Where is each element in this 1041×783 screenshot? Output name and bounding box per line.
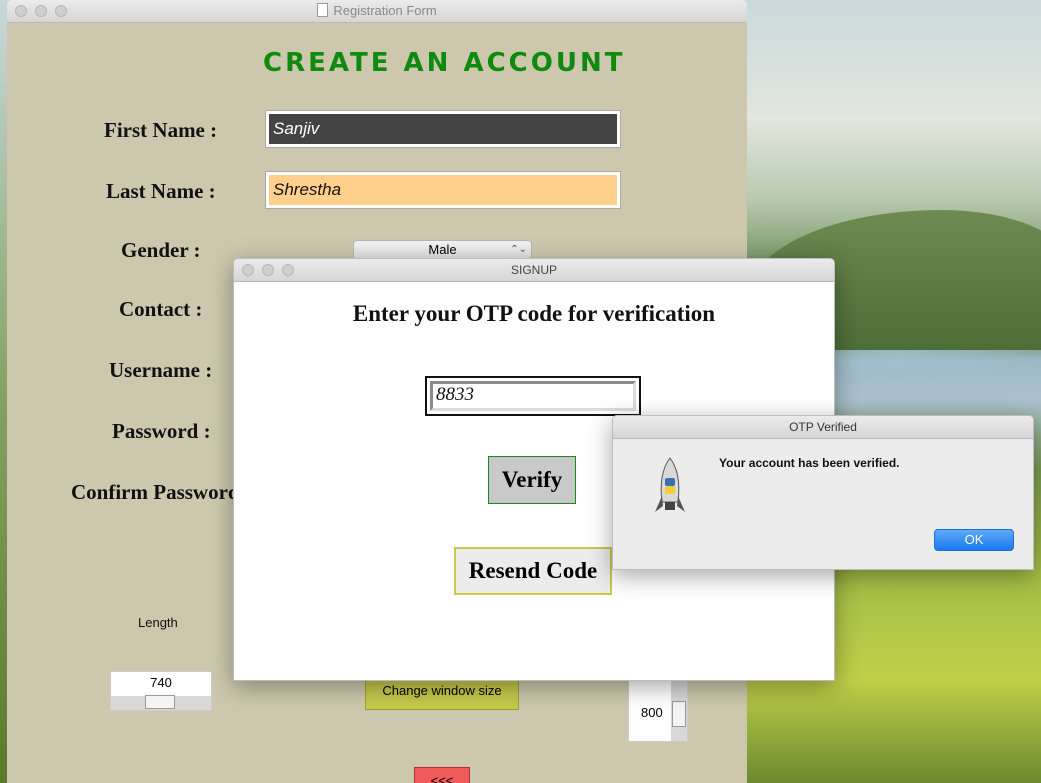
page-heading: CREATE AN ACCOUNT	[263, 48, 626, 78]
alert-titlebar[interactable]: OTP Verified	[613, 416, 1033, 439]
registration-titlebar[interactable]: Registration Form	[7, 0, 747, 23]
username-label: Username :	[109, 358, 213, 382]
document-icon	[317, 3, 329, 17]
signup-close-button[interactable]	[242, 264, 254, 276]
otp-input[interactable]: 8833	[425, 376, 641, 416]
gender-label: Gender :	[121, 238, 201, 262]
length-value: 740	[150, 675, 172, 690]
contact-label: Contact :	[119, 297, 203, 321]
gender-value: Male	[428, 242, 457, 257]
signup-titlebar[interactable]: SIGNUP	[234, 259, 834, 282]
first-name-label: First Name :	[104, 118, 218, 142]
height-scale[interactable]: 800	[628, 680, 688, 742]
change-window-size-button[interactable]: Change window size	[365, 676, 519, 710]
window-controls	[15, 5, 67, 17]
signup-zoom-button[interactable]	[282, 264, 294, 276]
chevron-updown-icon: ⌃⌄	[510, 244, 527, 255]
window-title: Registration Form	[333, 3, 437, 18]
gender-select[interactable]: Male ⌃⌄	[353, 240, 532, 260]
length-scale[interactable]: 740	[110, 671, 212, 711]
signup-window-controls	[242, 264, 294, 276]
verify-button[interactable]: Verify	[488, 456, 576, 504]
resend-code-button[interactable]: Resend Code	[454, 547, 612, 595]
height-slider-thumb[interactable]	[672, 701, 686, 727]
height-value: 800	[641, 705, 663, 720]
length-slider-thumb[interactable]	[145, 695, 175, 709]
otp-verified-alert: OTP Verified Your account has been verif…	[612, 415, 1034, 570]
first-name-field[interactable]: Sanjiv	[265, 110, 621, 148]
ok-button[interactable]: OK	[934, 529, 1014, 551]
last-name-label: Last Name :	[106, 179, 216, 203]
otp-value: 8833	[430, 381, 636, 411]
zoom-button[interactable]	[55, 5, 67, 17]
back-button[interactable]: <<<	[414, 767, 470, 783]
otp-prompt: Enter your OTP code for verification	[352, 301, 716, 326]
last-name-field[interactable]: Shrestha	[265, 171, 621, 209]
minimize-button[interactable]	[35, 5, 47, 17]
python-rocket-icon	[655, 457, 685, 512]
signup-minimize-button[interactable]	[262, 264, 274, 276]
close-button[interactable]	[15, 5, 27, 17]
alert-message: Your account has been verified.	[719, 456, 900, 470]
password-label: Password :	[112, 419, 211, 443]
signup-title: SIGNUP	[510, 263, 557, 277]
alert-title: OTP Verified	[789, 420, 857, 434]
length-label: Length	[138, 615, 178, 630]
confirm-password-label: Confirm Password	[71, 480, 240, 504]
